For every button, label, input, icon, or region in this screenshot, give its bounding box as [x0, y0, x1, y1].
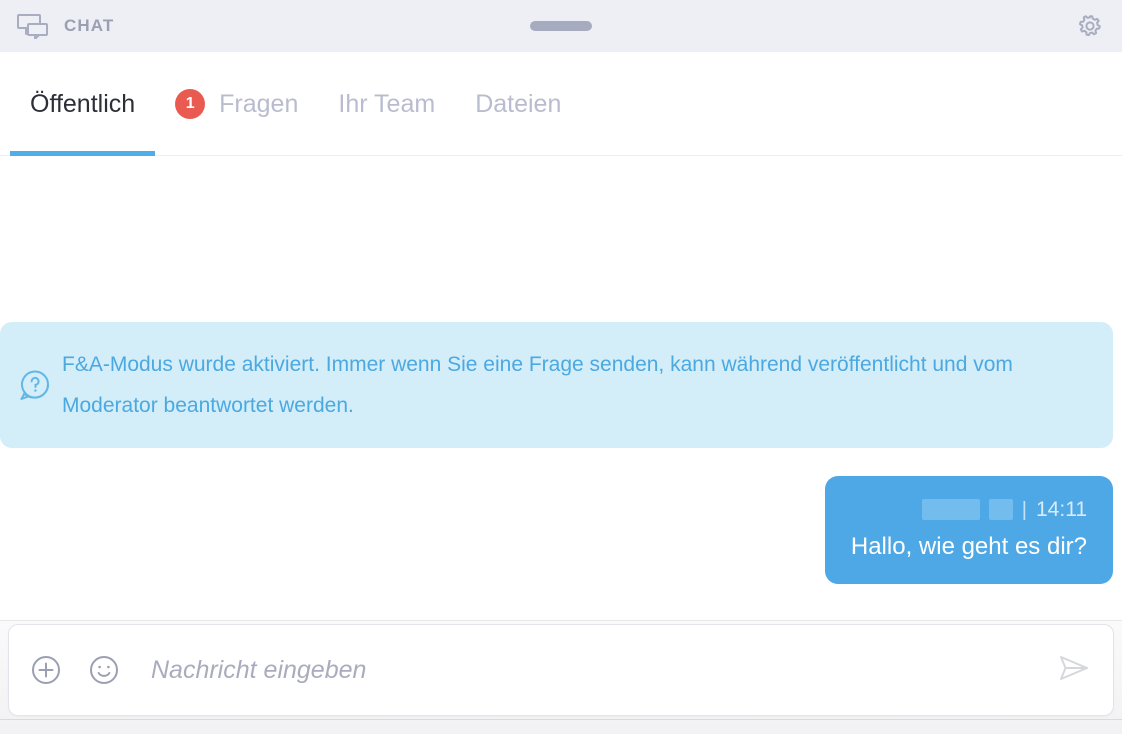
header-left-group: CHAT	[16, 13, 115, 40]
send-paper-plane-icon	[1056, 653, 1090, 688]
message-list: F&A-Modus wurde aktiviert. Immer wenn Si…	[0, 156, 1122, 620]
composer-area	[0, 620, 1122, 734]
panel-title: CHAT	[64, 16, 115, 35]
send-button[interactable]	[1051, 651, 1095, 689]
plus-circle-icon[interactable]	[31, 655, 61, 685]
tab-ihr-team[interactable]: Ihr Team	[318, 52, 455, 156]
tab-oeffentlich[interactable]: Öffentlich	[10, 52, 156, 156]
message-text: Hallo, wie geht es dir?	[850, 532, 1087, 560]
settings-button[interactable]	[1074, 10, 1106, 42]
tab-dateien[interactable]: Dateien	[455, 52, 581, 156]
system-notice-text: F&A-Modus wurde aktiviert. Immer wenn Si…	[62, 352, 1013, 417]
chat-bubbles-icon	[16, 13, 50, 40]
message-time: 14:11	[1036, 497, 1087, 521]
chat-bubble-outgoing: | 14:11 Hallo, wie geht es dir?	[824, 475, 1113, 584]
author-name-redacted	[921, 499, 980, 521]
message-composer	[8, 624, 1114, 716]
smiley-icon[interactable]	[89, 655, 119, 685]
author-name-redacted	[988, 499, 1013, 521]
unread-badge: 1	[175, 89, 206, 119]
meta-separator: |	[1021, 498, 1027, 521]
message-meta: | 14:11	[851, 498, 1087, 522]
system-notice: F&A-Modus wurde aktiviert. Immer wenn Si…	[0, 321, 1113, 448]
chat-panel: CHAT Öffentlich 1 Fragen Ihr Team Dateie…	[0, 0, 1122, 734]
tab-fragen[interactable]: 1 Fragen	[155, 52, 318, 156]
drag-handle[interactable]	[530, 21, 592, 31]
question-bubble-icon	[18, 368, 52, 402]
tab-label: Fragen	[219, 89, 299, 118]
panel-header: CHAT	[0, 0, 1122, 52]
gear-icon	[1077, 13, 1103, 39]
tab-label: Ihr Team	[338, 89, 436, 118]
tab-bar: Öffentlich 1 Fragen Ihr Team Dateien	[0, 52, 1122, 156]
message-row: | 14:11 Hallo, wie geht es dir?	[0, 448, 1122, 584]
message-input[interactable]	[147, 655, 1051, 685]
tab-label: Dateien	[475, 89, 562, 118]
tab-label: Öffentlich	[30, 89, 136, 118]
